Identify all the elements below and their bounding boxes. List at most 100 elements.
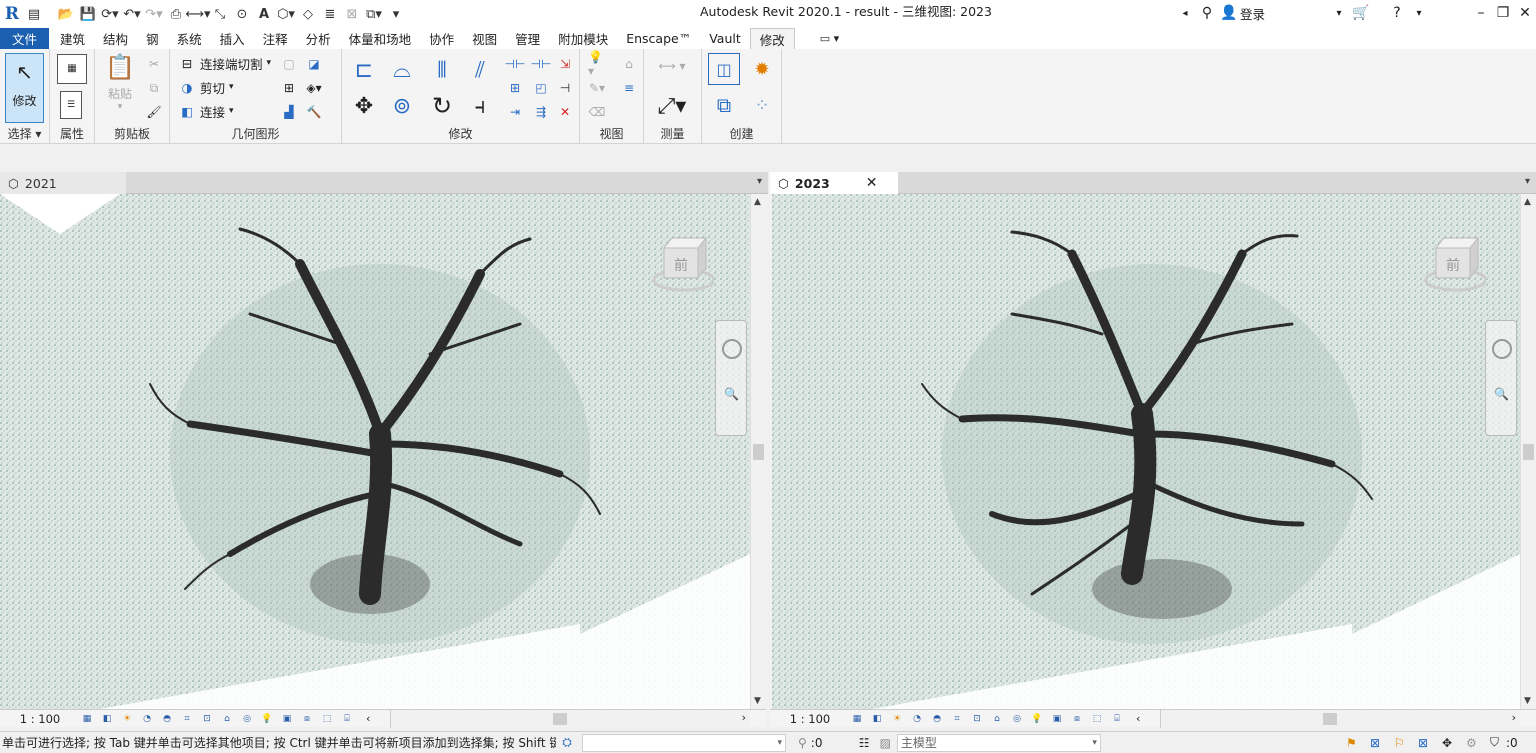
tab-analyze[interactable]: 分析 xyxy=(297,28,340,49)
horizontal-scrollbar-left[interactable]: › xyxy=(390,710,750,728)
move-icon[interactable]: ✥ xyxy=(348,91,380,121)
filter-icon[interactable]: ⛉ xyxy=(1490,735,1506,750)
tab-modify[interactable]: 修改 xyxy=(749,28,795,49)
redo-icon[interactable]: ↷▾ xyxy=(144,4,164,24)
tab-view[interactable]: 视图 xyxy=(463,28,506,49)
open-icon[interactable]: 📂 xyxy=(56,4,76,24)
tag-icon[interactable]: ⊙ xyxy=(232,4,252,24)
minimize-icon[interactable]: – xyxy=(1470,2,1492,24)
select-links-icon[interactable]: ⚑ xyxy=(1346,736,1370,750)
highlight-displacement-icon[interactable]: ⬚ xyxy=(320,713,334,725)
copy-element-icon[interactable]: ⊚ xyxy=(386,91,418,121)
vertical-scrollbar-left[interactable]: ▲ ▼ xyxy=(750,194,766,709)
tab-addins[interactable]: 附加模块 xyxy=(549,28,617,49)
drag-elements-icon[interactable]: ✥ xyxy=(1442,736,1466,750)
render-icon[interactable]: ◓ xyxy=(930,713,944,725)
background-process-icon[interactable]: ⚙ xyxy=(1466,736,1490,750)
detail-level-icon[interactable]: ▦ xyxy=(850,713,864,725)
scroll-up-icon[interactable]: ▲ xyxy=(1524,197,1531,207)
hscroll-left-icon[interactable]: ‹ xyxy=(366,712,370,725)
customize-qat-icon[interactable]: ▾ xyxy=(386,4,406,24)
scroll-down-icon[interactable]: ▼ xyxy=(1524,696,1531,706)
panel-select-label[interactable]: 选择 ▾ xyxy=(0,125,49,142)
revit-logo[interactable]: R xyxy=(2,3,22,25)
crop-view-icon[interactable]: ⌗ xyxy=(950,713,964,725)
sun-path-icon[interactable]: ☀ xyxy=(120,713,134,725)
visual-style-icon[interactable]: ◧ xyxy=(100,713,114,725)
sync-icon[interactable]: ⟳▾ xyxy=(100,4,120,24)
view-tabs-menu-icon[interactable]: ▾ xyxy=(1525,176,1530,187)
properties-icon[interactable]: ☰ xyxy=(60,91,82,119)
navigation-bar[interactable]: 🔍 xyxy=(715,320,747,436)
scale-icon[interactable]: ◰ xyxy=(532,79,550,97)
wall-joins-icon[interactable]: ▢ xyxy=(280,55,298,73)
print-icon[interactable]: ⎙ xyxy=(166,4,186,24)
offset-icon[interactable]: ⌓ xyxy=(386,55,418,85)
match-properties-icon[interactable]: 🖌 xyxy=(145,103,163,121)
scroll-up-icon[interactable]: ▲ xyxy=(754,197,761,207)
tab-file[interactable]: 文件 xyxy=(0,28,50,49)
paint-icon[interactable]: ▟ xyxy=(280,103,298,121)
steering-wheel-icon[interactable] xyxy=(1492,339,1512,359)
detail-level-icon[interactable]: ▦ xyxy=(80,713,94,725)
select-by-face-icon[interactable]: ⊠ xyxy=(1418,736,1442,750)
horizontal-scrollbar-right[interactable]: › xyxy=(1160,710,1520,728)
select-pinned-icon[interactable]: ⚐ xyxy=(1394,736,1418,750)
reveal-hidden-icon[interactable]: 💡 xyxy=(1030,713,1044,725)
delete-icon[interactable]: ✕ xyxy=(556,103,574,121)
design-options-icon[interactable]: ☷ xyxy=(859,736,870,750)
recent-files-icon[interactable]: ▤ xyxy=(24,4,44,24)
hammer-icon[interactable]: 🔨 xyxy=(305,103,323,121)
scroll-thumb[interactable] xyxy=(1523,444,1534,460)
create-similar-icon[interactable]: ✹ xyxy=(746,53,778,85)
binoculars-icon[interactable]: ⚲ xyxy=(1196,2,1218,24)
shadows-icon[interactable]: ◔ xyxy=(910,713,924,725)
login-label[interactable]: 登录 xyxy=(1240,4,1328,23)
pin-icon[interactable]: ⊣ xyxy=(556,79,574,97)
tab-steel[interactable]: 钢 xyxy=(137,28,168,49)
section-icon[interactable]: ◇ xyxy=(298,4,318,24)
worksharing-icon[interactable]: ▣ xyxy=(1050,713,1064,725)
mirror-draw-axis-icon[interactable]: ⫽ xyxy=(464,55,496,85)
lock-view-icon[interactable]: ⌂ xyxy=(990,713,1004,725)
temp-hide-icon[interactable]: ◎ xyxy=(1010,713,1024,725)
cut-geometry-button[interactable]: ◑ 剪切 ▾ xyxy=(178,77,234,97)
3d-view-icon[interactable]: ⬡▾ xyxy=(276,4,296,24)
worksets-icon[interactable]: ⛭ xyxy=(556,735,578,750)
unpin-icon[interactable]: ⇲ xyxy=(556,55,574,73)
join-roof-icon[interactable]: ⊞ xyxy=(280,79,298,97)
array-icon[interactable]: ⊞ xyxy=(506,79,524,97)
view-scale[interactable]: 1 : 100 xyxy=(770,712,850,726)
split-element-icon[interactable]: ⊣⊢ xyxy=(505,55,526,73)
cope-button[interactable]: ⊟ 连接端切割 ▾ xyxy=(178,53,271,73)
cut-icon[interactable]: ✂ xyxy=(145,55,163,73)
shadows-icon[interactable]: ◔ xyxy=(140,713,154,725)
hscroll-thumb[interactable] xyxy=(1323,713,1337,725)
undo-icon[interactable]: ↶▾ xyxy=(122,4,142,24)
analytical-model-icon[interactable]: ⧈ xyxy=(1070,713,1084,725)
mirror-pick-axis-icon[interactable]: ⫴ xyxy=(426,55,458,85)
vertical-scrollbar-right[interactable]: ▲ ▼ xyxy=(1520,194,1536,709)
user-icon[interactable]: 👤 xyxy=(1218,2,1240,24)
login-dropdown-icon[interactable]: ▾ xyxy=(1328,2,1350,24)
view-canvas-2021[interactable]: 前 🔍 xyxy=(0,194,750,709)
align-icon[interactable]: ⊏ xyxy=(348,55,380,85)
lock-view-icon[interactable]: ⌂ xyxy=(220,713,234,725)
reveal-hidden-icon[interactable]: 💡 xyxy=(260,713,274,725)
design-option-combo[interactable]: 主模型 ▾ xyxy=(896,733,1101,752)
view-tabs-menu-icon[interactable]: ▾ xyxy=(757,176,762,187)
zoom-icon[interactable]: 🔍 xyxy=(724,387,739,401)
measure-icon[interactable]: ⟷▾ xyxy=(185,4,210,24)
tab-structure[interactable]: 结构 xyxy=(94,28,137,49)
paste-button[interactable]: 📋 粘贴 ▾ xyxy=(103,53,137,119)
select-underlay-icon[interactable]: ⊠ xyxy=(1370,736,1394,750)
linework-icon[interactable]: ✎▾ xyxy=(588,79,606,97)
reveal-constraints-icon[interactable]: ⌸ xyxy=(1110,713,1124,725)
tab-insert[interactable]: 插入 xyxy=(211,28,254,49)
temp-hide-icon[interactable]: ◎ xyxy=(240,713,254,725)
create-assembly-icon[interactable]: ◫ xyxy=(708,53,740,85)
crop-view-icon[interactable]: ⌗ xyxy=(180,713,194,725)
help-icon[interactable]: ? xyxy=(1386,2,1408,24)
tab-vault[interactable]: Vault xyxy=(700,28,750,49)
split-face-icon[interactable]: ◪ xyxy=(305,55,323,73)
